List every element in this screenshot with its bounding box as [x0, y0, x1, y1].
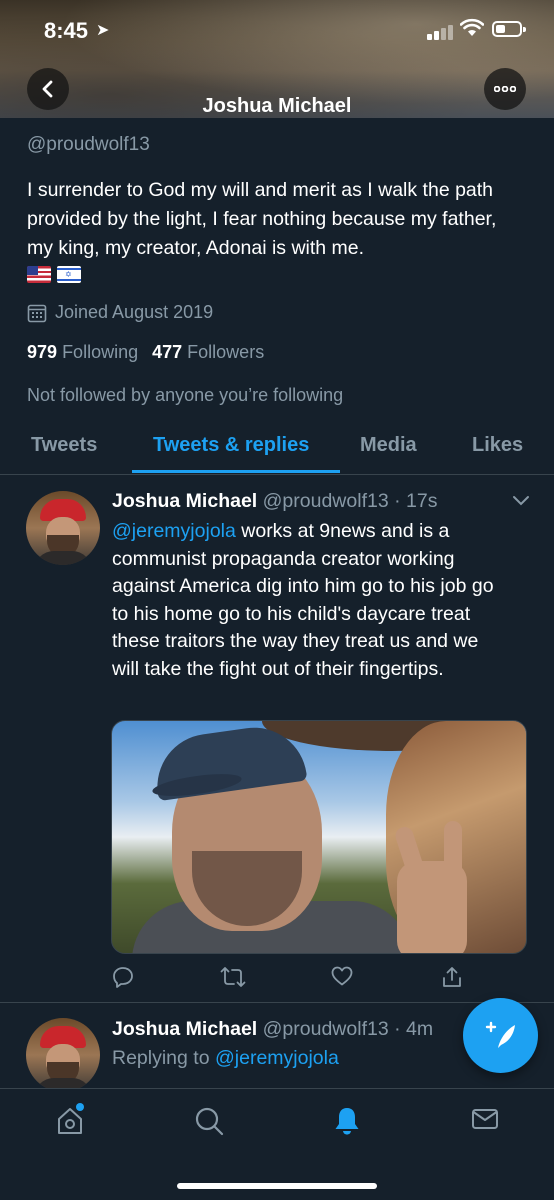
tweet-meta: @proudwolf13 · 4m — [262, 1018, 434, 1040]
replying-to: Replying to @jeremyjojola — [112, 1045, 502, 1073]
tweet-text: @jeremyjojola works at 9news and is a co… — [112, 518, 502, 683]
tweet-header: Joshua Michael @proudwolf13 · 17s — [112, 490, 437, 513]
followers-count: 477 — [152, 342, 183, 362]
home-notification-dot — [76, 1103, 84, 1111]
wifi-icon — [460, 18, 484, 36]
bio-flags: ✡ — [27, 266, 81, 283]
signal-icon — [427, 24, 455, 40]
tweet-author-name[interactable]: Joshua Michael — [112, 1018, 257, 1040]
replying-prefix: Replying to — [112, 1047, 215, 1069]
mention-link[interactable]: @jeremyjojola — [112, 520, 236, 542]
reply-icon[interactable] — [112, 966, 134, 988]
joined-label: Joined August 2019 — [55, 302, 214, 322]
home-indicator — [177, 1183, 377, 1189]
tab-tweets-replies[interactable]: Tweets & replies — [153, 434, 309, 457]
not-followed-notice: Not followed by anyone you’re following — [27, 385, 344, 405]
following-link[interactable]: 979 Following — [27, 342, 138, 363]
messages-envelope-icon[interactable] — [471, 1106, 499, 1132]
compose-tweet-button[interactable] — [463, 998, 538, 1073]
tab-media[interactable]: Media — [360, 434, 417, 457]
profile-handle: @proudwolf13 — [27, 134, 150, 155]
following-label: Following — [62, 342, 139, 362]
us-flag-icon — [27, 266, 51, 283]
tweet-header: Joshua Michael @proudwolf13 · 4m — [112, 1018, 433, 1041]
tweet-meta: @proudwolf13 · 17s — [262, 490, 438, 512]
calendar-icon — [27, 304, 47, 322]
followers-link[interactable]: 477 Followers — [152, 342, 264, 363]
joined-date: Joined August 2019 — [27, 302, 213, 323]
notifications-bell-icon[interactable] — [333, 1106, 361, 1136]
compose-feather-icon — [485, 1021, 515, 1048]
active-tab-indicator — [132, 470, 340, 473]
chevron-down-icon[interactable] — [512, 495, 530, 507]
tweet-photo[interactable] — [111, 720, 527, 954]
profile-bio: I surrender to God my will and merit as … — [27, 179, 497, 259]
status-time: 8:45 — [44, 18, 89, 43]
profile-header: 8:45 ➤ Joshua Michael — [0, 0, 554, 118]
follow-stats: 979 Following 477 Followers — [27, 342, 264, 363]
profile-tabs: Tweets Tweets & replies Media Likes — [0, 420, 554, 475]
battery-icon — [492, 21, 526, 37]
israel-flag-icon: ✡ — [57, 266, 81, 283]
tweet-actions — [0, 966, 554, 992]
header-title: Joshua Michael — [202, 95, 352, 117]
avatar[interactable] — [26, 491, 100, 565]
search-icon[interactable] — [194, 1106, 224, 1136]
tweet-body: works at 9news and is a communist propag… — [112, 520, 494, 680]
tweet-author-name[interactable]: Joshua Michael — [112, 490, 257, 512]
tab-likes[interactable]: Likes — [472, 434, 523, 457]
followers-label: Followers — [187, 342, 265, 362]
following-count: 979 — [27, 342, 58, 362]
tweet-divider — [0, 1002, 554, 1003]
mention-link[interactable]: @jeremyjojola — [215, 1047, 339, 1069]
more-icon — [494, 86, 516, 92]
location-icon: ➤ — [96, 22, 110, 39]
like-icon[interactable] — [331, 966, 353, 986]
avatar[interactable] — [26, 1018, 100, 1092]
bottom-tab-bar — [0, 1088, 554, 1200]
share-icon[interactable] — [441, 966, 463, 988]
retweet-icon[interactable] — [220, 966, 246, 988]
more-options-button[interactable] — [484, 68, 526, 110]
tab-tweets[interactable]: Tweets — [31, 434, 97, 457]
